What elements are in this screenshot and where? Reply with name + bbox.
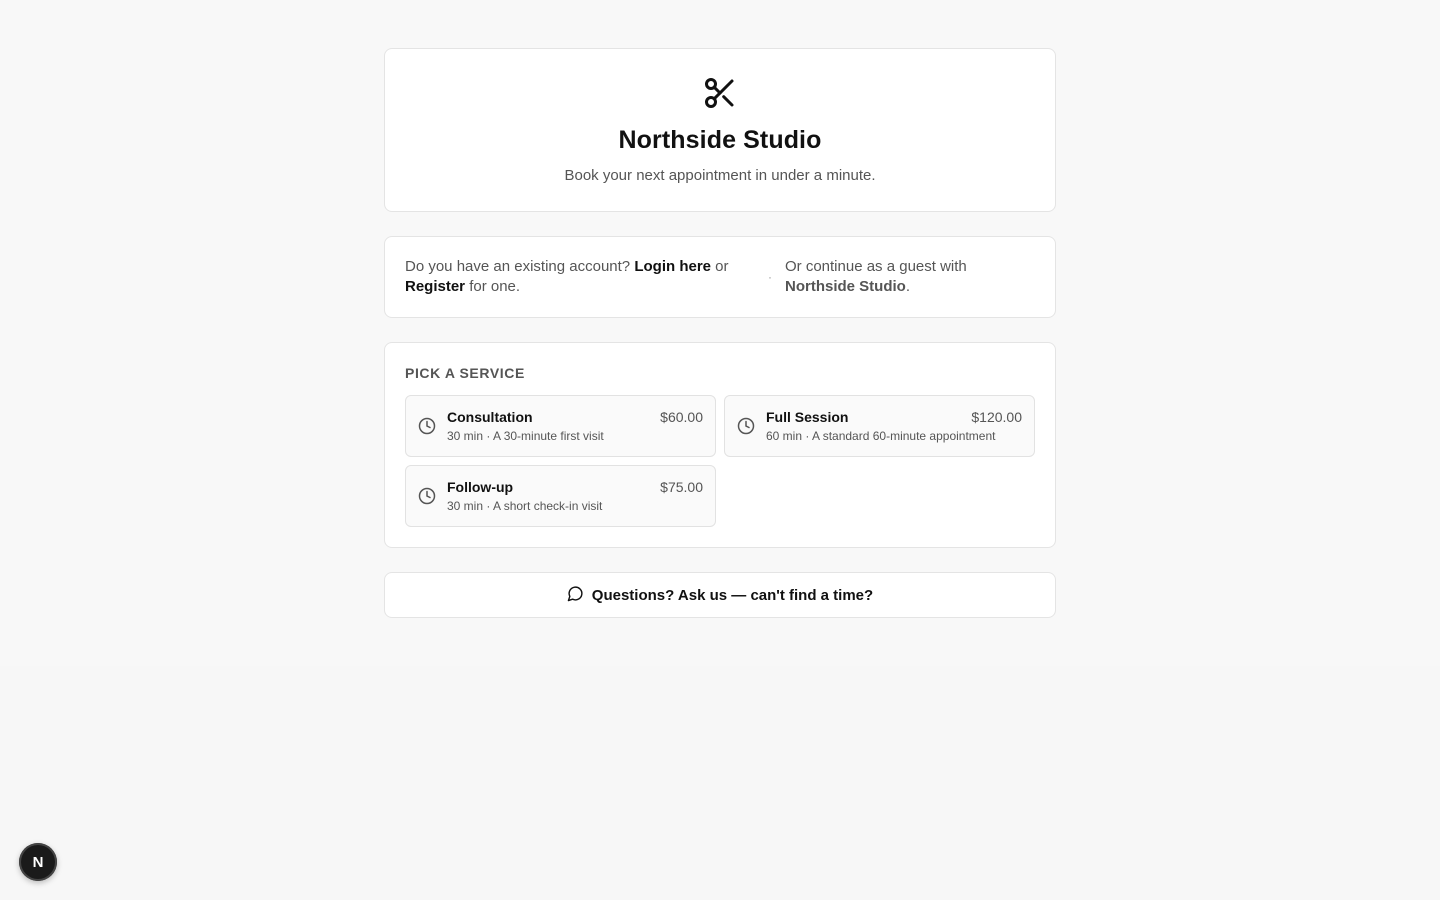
account-question: Do you have an existing account? (405, 258, 631, 275)
account-card: Do you have an existing account? Login h… (384, 236, 1056, 318)
chat-bubble-icon (567, 585, 592, 606)
service-description: 60 min · A standard 60-minute appointmen… (766, 429, 996, 443)
clock-icon (737, 417, 755, 435)
service-description: 30 min · A short check-in visit (447, 499, 603, 513)
service-header: Full Session $120.00 (766, 409, 1022, 425)
clock-icon (418, 417, 436, 435)
service-price: $75.00 (660, 479, 703, 495)
studio-subtitle: Book your next appointment in under a mi… (564, 167, 876, 184)
scissors-icon (702, 75, 738, 111)
service-description: 30 min · A 30-minute first visit (447, 429, 604, 443)
service-header: Follow-up $75.00 (447, 479, 703, 495)
services-grid: Consultation $60.00 30 min · A 30-minute… (405, 395, 1035, 527)
service-details: Full Session $120.00 60 min · A standard… (766, 409, 1022, 443)
service-option-follow-up[interactable]: Follow-up $75.00 30 min · A short check-… (405, 465, 716, 527)
service-name: Consultation (447, 409, 533, 425)
services-heading: PICK A SERVICE (405, 365, 525, 381)
guest-text: Or continue as a guest with (785, 258, 967, 275)
separator-dot: · (768, 270, 772, 284)
studio-title: Northside Studio (618, 126, 822, 154)
service-name: Full Session (766, 409, 849, 425)
for-one-text: for one. (469, 278, 521, 295)
service-details: Consultation $60.00 30 min · A 30-minute… (447, 409, 703, 443)
guest-prompt: Or continue as a guest with Northside St… (785, 257, 1035, 297)
page-lower-band (0, 666, 1440, 900)
login-link[interactable]: Login here (634, 258, 711, 275)
or-text: or (715, 258, 729, 275)
questions-label: Questions? Ask us — can't find a time? (591, 586, 874, 604)
service-price: $60.00 (660, 409, 703, 425)
studio-header-card: Northside Studio Book your next appointm… (384, 48, 1056, 212)
clock-icon (418, 487, 436, 505)
booking-container: Northside Studio Book your next appointm… (384, 48, 1056, 618)
service-price: $120.00 (971, 409, 1022, 425)
service-details: Follow-up $75.00 30 min · A short check-… (447, 479, 703, 513)
service-option-full-session[interactable]: Full Session $120.00 60 min · A standard… (724, 395, 1035, 457)
guest-brand: Northside Studio (785, 278, 906, 295)
service-name: Follow-up (447, 479, 514, 495)
next-dev-badge[interactable]: N (19, 843, 57, 881)
register-link[interactable]: Register (405, 278, 465, 295)
account-prompt: Do you have an existing account? Login h… (405, 257, 755, 297)
service-option-consultation[interactable]: Consultation $60.00 30 min · A 30-minute… (405, 395, 716, 457)
questions-button[interactable]: Questions? Ask us — can't find a time? (384, 572, 1056, 618)
guest-period: . (905, 278, 910, 295)
service-header: Consultation $60.00 (447, 409, 703, 425)
services-card: PICK A SERVICE Consultation $60.00 30 mi… (384, 342, 1056, 548)
